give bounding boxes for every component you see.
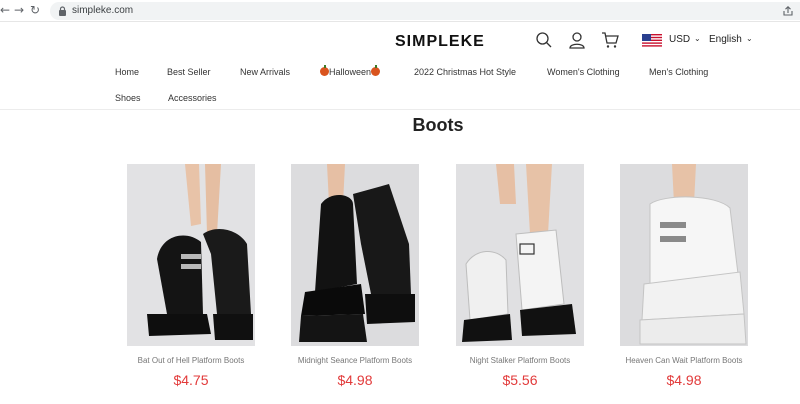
boot-image bbox=[620, 164, 748, 346]
url-text: simpleke.com bbox=[72, 5, 134, 16]
product-name[interactable]: Night Stalker Platform Boots bbox=[456, 356, 584, 365]
product-image[interactable] bbox=[127, 164, 255, 346]
back-icon[interactable]: ← bbox=[0, 3, 12, 17]
boot-image bbox=[127, 164, 255, 346]
nav-item-accessories[interactable]: Accessories bbox=[168, 93, 217, 103]
product-name[interactable]: Bat Out of Hell Platform Boots bbox=[127, 356, 255, 365]
share-icon[interactable] bbox=[782, 5, 794, 17]
nav-item-new-arrivals[interactable]: New Arrivals bbox=[240, 67, 290, 77]
chevron-down-icon[interactable]: ⌄ bbox=[746, 34, 753, 43]
nav-item-halloween[interactable]: Halloween bbox=[320, 65, 381, 77]
product-card[interactable]: Bat Out of Hell Platform Boots $4.75 bbox=[127, 164, 255, 388]
address-bar[interactable]: simpleke.com bbox=[50, 2, 800, 20]
product-price: $4.98 bbox=[337, 372, 373, 388]
site-header: SIMPLEKE USD ⌄ English ⌄ Home Best Selle… bbox=[0, 22, 800, 110]
product-name[interactable]: Midnight Seance Platform Boots bbox=[291, 356, 419, 365]
product-image[interactable] bbox=[620, 164, 748, 346]
nav-item-shoes[interactable]: Shoes bbox=[115, 93, 141, 103]
nav-item-christmas[interactable]: 2022 Christmas Hot Style bbox=[414, 67, 516, 77]
nav-item-home[interactable]: Home bbox=[115, 67, 139, 77]
cart-icon[interactable] bbox=[601, 31, 619, 49]
page-title: Boots bbox=[412, 115, 464, 135]
currency-selector[interactable]: USD bbox=[669, 34, 690, 45]
product-image[interactable] bbox=[456, 164, 584, 346]
nav-item-mens-clothing[interactable]: Men's Clothing bbox=[649, 67, 708, 77]
lock-icon bbox=[59, 6, 66, 16]
language-selector[interactable]: English bbox=[709, 34, 742, 45]
nav-item-halloween-label: Halloween bbox=[329, 67, 372, 77]
product-card[interactable]: Night Stalker Platform Boots $5.56 bbox=[456, 164, 584, 388]
nav-item-best-seller[interactable]: Best Seller bbox=[167, 67, 211, 77]
product-image[interactable] bbox=[291, 164, 419, 346]
pumpkin-icon bbox=[320, 65, 329, 76]
pumpkin-icon bbox=[371, 65, 381, 76]
account-icon[interactable] bbox=[568, 31, 586, 49]
chevron-down-icon[interactable]: ⌄ bbox=[694, 34, 701, 43]
product-price: $5.56 bbox=[502, 372, 538, 388]
product-card[interactable]: Heaven Can Wait Platform Boots $4.98 bbox=[620, 164, 748, 388]
product-price: $4.98 bbox=[666, 372, 702, 388]
forward-icon[interactable]: → bbox=[12, 3, 26, 17]
us-flag-icon[interactable] bbox=[642, 34, 662, 47]
product-name[interactable]: Heaven Can Wait Platform Boots bbox=[620, 356, 748, 365]
product-price: $4.75 bbox=[173, 372, 209, 388]
boot-image bbox=[456, 164, 584, 346]
reload-icon[interactable]: ↻ bbox=[28, 3, 42, 17]
boot-image bbox=[291, 164, 419, 346]
site-logo[interactable]: SIMPLEKE bbox=[395, 33, 485, 51]
product-card[interactable]: Midnight Seance Platform Boots $4.98 bbox=[291, 164, 419, 388]
browser-toolbar: ← → ↻ simpleke.com bbox=[0, 0, 800, 22]
search-icon[interactable] bbox=[535, 31, 553, 49]
nav-item-womens-clothing[interactable]: Women's Clothing bbox=[547, 67, 620, 77]
